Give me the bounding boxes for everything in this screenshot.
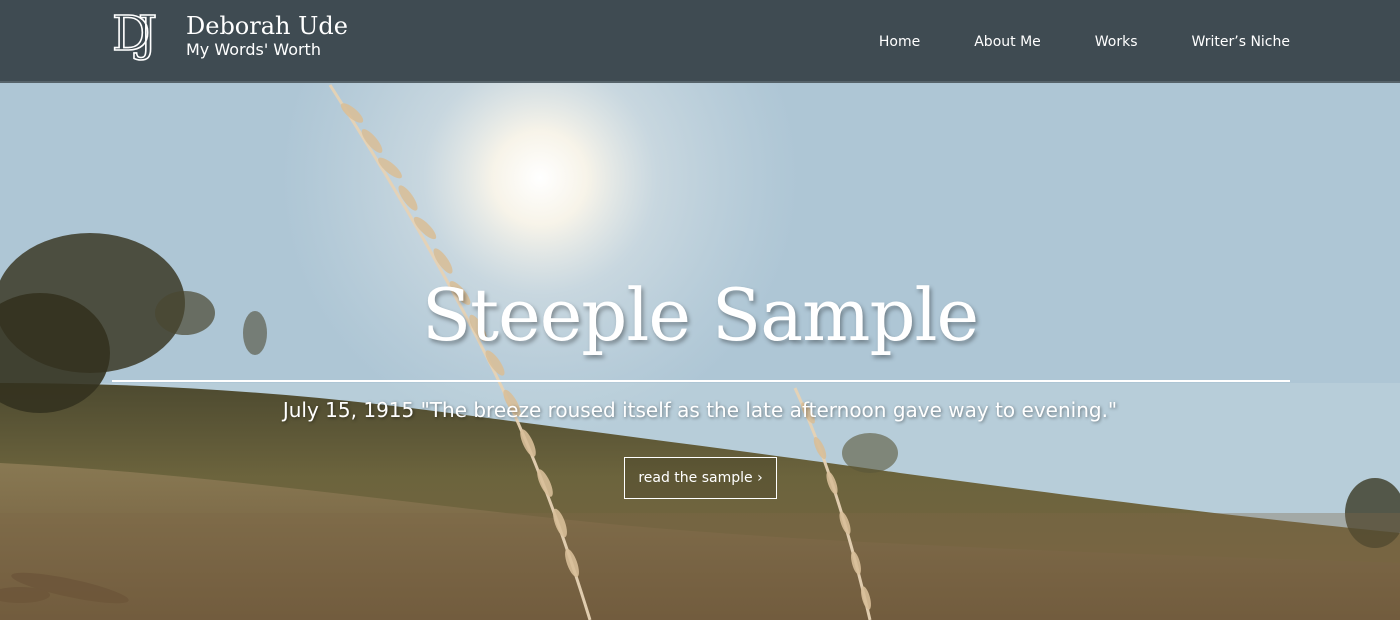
brand-name: Deborah Ude <box>186 12 348 40</box>
brand-logo-link[interactable]: D J Deborah Ude My Words' Worth <box>111 6 348 62</box>
hero-content: Steeple Sample July 15, 1915 "The breeze… <box>0 83 1400 620</box>
hero-quote: July 15, 1915 "The breeze roused itself … <box>282 398 1118 422</box>
dj-monogram-logo: D J <box>111 6 158 62</box>
nav-item-home[interactable]: Home <box>879 34 920 50</box>
hero-title: Steeple Sample <box>421 273 979 357</box>
main-nav: Home About Me Works Writer’s Niche <box>825 0 1290 83</box>
nav-item-about-me[interactable]: About Me <box>974 34 1041 50</box>
hero-divider <box>112 380 1290 382</box>
read-sample-button[interactable]: read the sample › <box>624 457 777 499</box>
site-header: D J Deborah Ude My Words' Worth Home Abo… <box>0 0 1400 83</box>
hero-banner: Steeple Sample July 15, 1915 "The breeze… <box>0 83 1400 620</box>
nav-item-writers-niche[interactable]: Writer’s Niche <box>1192 34 1290 50</box>
nav-item-works[interactable]: Works <box>1095 34 1138 50</box>
brand-text: Deborah Ude My Words' Worth <box>186 12 348 60</box>
brand-tagline: My Words' Worth <box>186 40 321 59</box>
